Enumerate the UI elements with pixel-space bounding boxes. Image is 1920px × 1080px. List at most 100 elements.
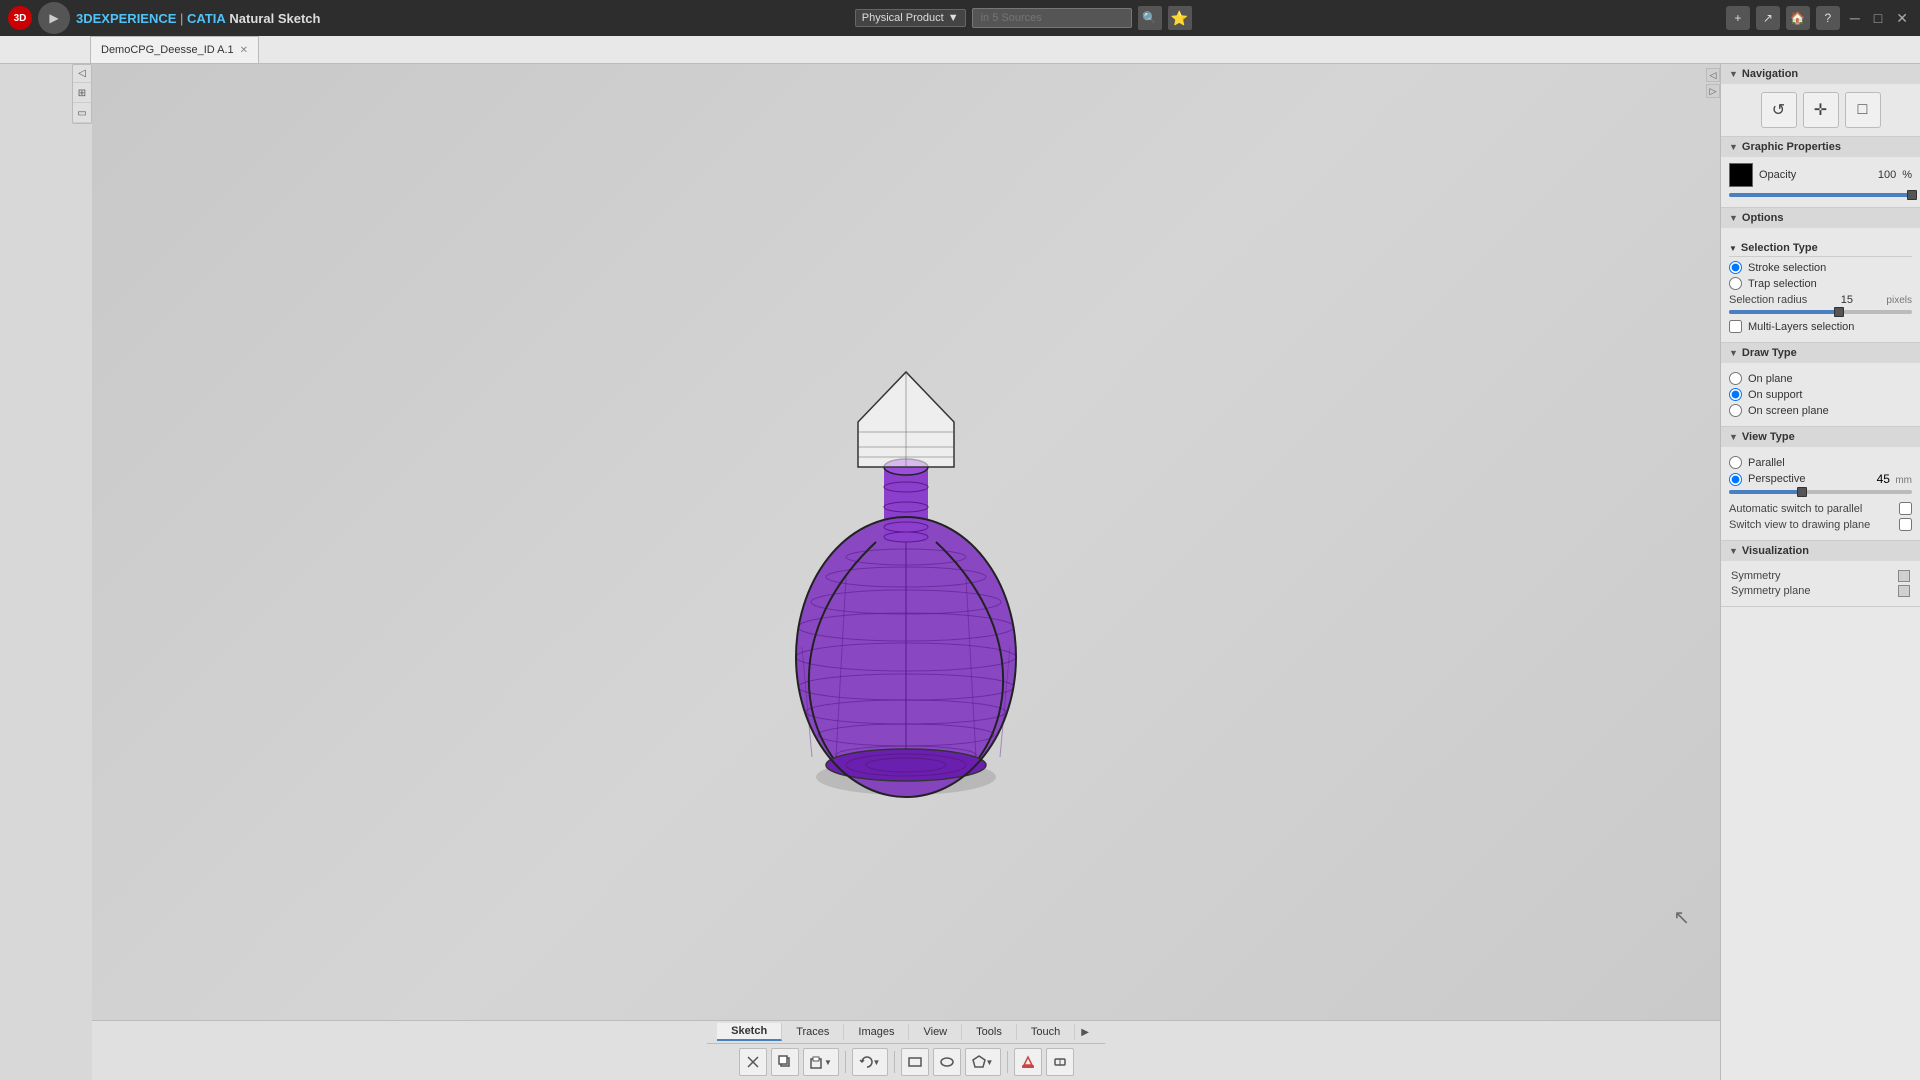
fit-button[interactable]: □ [1845,92,1881,128]
ellipse-tool[interactable] [933,1048,961,1076]
selection-radius-thumb[interactable] [1834,307,1844,317]
selection-radius-slider[interactable] [1729,310,1912,314]
view-type-section: ▼ View Type Parallel Perspective 45 mm [1721,427,1920,541]
paste-icon [809,1055,823,1069]
3d-model-svg [706,267,1106,817]
fill-tool[interactable] [1014,1048,1042,1076]
stroke-selection-radio[interactable] [1729,261,1742,274]
parallel-row: Parallel [1729,456,1912,469]
options-header[interactable]: ▼ Options [1721,208,1920,228]
toolbar-tab-touch[interactable]: Touch [1017,1024,1075,1040]
perspective-unit: mm [1895,475,1912,486]
copy-tool[interactable] [771,1048,799,1076]
multi-layers-checkbox[interactable] [1729,320,1742,333]
move-button[interactable]: ✛ [1803,92,1839,128]
draw-type-header[interactable]: ▼ Draw Type [1721,343,1920,363]
parallel-radio[interactable] [1729,456,1742,469]
opacity-slider-thumb[interactable] [1907,190,1917,200]
search-input[interactable] [972,8,1132,28]
view-type-header[interactable]: ▼ View Type [1721,427,1920,447]
symmetry-plane-row: Symmetry plane [1729,585,1912,597]
copy-icon [778,1055,792,1069]
close-button[interactable]: ✕ [1892,10,1912,27]
bookmark-button[interactable]: ⭐ [1168,6,1192,30]
visualization-title: Visualization [1742,545,1809,557]
on-screen-plane-radio[interactable] [1729,404,1742,417]
visualization-arrow: ▼ [1729,546,1738,556]
stroke-selection-label: Stroke selection [1748,262,1826,274]
panel-collapse-btn-1[interactable]: ◁ [1706,68,1720,82]
cut-tool[interactable] [739,1048,767,1076]
rectangle-tool[interactable] [901,1048,929,1076]
perspective-row: Perspective 45 mm [1729,472,1912,486]
graphic-properties-header[interactable]: ▼ Graphic Properties [1721,137,1920,157]
on-support-row: On support [1729,388,1912,401]
color-swatch[interactable] [1729,163,1753,187]
view-type-content: Parallel Perspective 45 mm Automatic swi… [1721,447,1920,540]
left-panel: ◁ ⊞ ▭ [72,64,92,124]
opacity-slider-track[interactable] [1729,193,1912,197]
on-support-radio[interactable] [1729,388,1742,401]
switch-view-checkbox[interactable] [1899,518,1912,531]
draw-type-content: On plane On support On screen plane [1721,363,1920,426]
bottom-toolbar: Sketch Traces Images View Tools Touch ▶ … [92,1020,1720,1080]
toolbar-tab-view[interactable]: View [909,1024,962,1040]
help-button[interactable]: ? [1816,6,1840,30]
add-button[interactable]: + [1726,6,1750,30]
play-button[interactable]: ▶ [38,2,70,34]
draw-type-section: ▼ Draw Type On plane On support On scree… [1721,343,1920,427]
symmetry-label: Symmetry [1731,570,1781,582]
perspective-slider[interactable] [1729,490,1912,494]
catia-label: CATIA [187,11,226,26]
symmetry-checkbox[interactable] [1898,570,1910,582]
toolbar-tab-tools[interactable]: Tools [962,1024,1017,1040]
stroke-selection-row: Stroke selection [1729,261,1912,274]
toolbar-tab-images[interactable]: Images [844,1024,909,1040]
symmetry-plane-checkbox[interactable] [1898,585,1910,597]
left-btn-3[interactable]: ▭ [73,105,91,123]
selection-type-title: Selection Type [1741,242,1818,254]
maximize-button[interactable]: □ [1870,10,1886,26]
rectangle-icon [908,1055,922,1069]
left-btn-2[interactable]: ⊞ [73,85,91,103]
paste-tool[interactable]: ▼ [803,1048,839,1076]
polygon-dropdown-arrow: ▼ [986,1058,994,1067]
visualization-content: Symmetry Symmetry plane [1721,561,1920,606]
left-btn-1[interactable]: ◁ [73,65,91,83]
auto-switch-checkbox[interactable] [1899,502,1912,515]
toolbar-tab-sketch[interactable]: Sketch [717,1023,782,1041]
undo-icon [859,1055,873,1069]
minimize-button[interactable]: ─ [1846,10,1864,26]
move-icon: ✛ [1814,100,1827,120]
toolbar-tab-traces[interactable]: Traces [782,1024,844,1040]
share-button[interactable]: ↗ [1756,6,1780,30]
home-button[interactable]: 🏠 [1786,6,1810,30]
eraser-tool[interactable] [1046,1048,1074,1076]
toolbar-tabs: Sketch Traces Images View Tools Touch ▶ [707,1021,1105,1044]
graphic-properties-content: Opacity 100 % [1721,157,1920,207]
document-tab[interactable]: DemoCPG_Deesse_ID A.1 ✕ [90,36,259,63]
navigation-header[interactable]: ▼ Navigation [1721,64,1920,84]
panel-collapse-btn-2[interactable]: ▷ [1706,84,1720,98]
tab-close-icon[interactable]: ✕ [240,45,248,56]
opacity-unit: % [1902,169,1912,181]
draw-type-title: Draw Type [1742,347,1797,359]
perspective-radio[interactable] [1729,473,1742,486]
trap-selection-radio[interactable] [1729,277,1742,290]
graphic-properties-arrow: ▼ [1729,142,1738,152]
polygon-icon [972,1055,986,1069]
eraser-icon [1053,1055,1067,1069]
undo-icon: ↺ [1772,100,1785,120]
selection-type-header[interactable]: Selection Type [1729,240,1912,257]
toolbar-tab-more-arrow[interactable]: ▶ [1075,1025,1095,1040]
search-button[interactable]: 🔍 [1138,6,1162,30]
perspective-slider-thumb[interactable] [1797,487,1807,497]
cursor-indicator: ↖ [1673,905,1690,930]
undo-tool[interactable]: ▼ [852,1048,888,1076]
undo-button[interactable]: ↺ [1761,92,1797,128]
visualization-header[interactable]: ▼ Visualization [1721,541,1920,561]
polygon-tool[interactable]: ▼ [965,1048,1001,1076]
product-selector[interactable]: Physical Product ▼ [855,9,966,27]
on-plane-radio[interactable] [1729,372,1742,385]
on-screen-plane-row: On screen plane [1729,404,1912,417]
